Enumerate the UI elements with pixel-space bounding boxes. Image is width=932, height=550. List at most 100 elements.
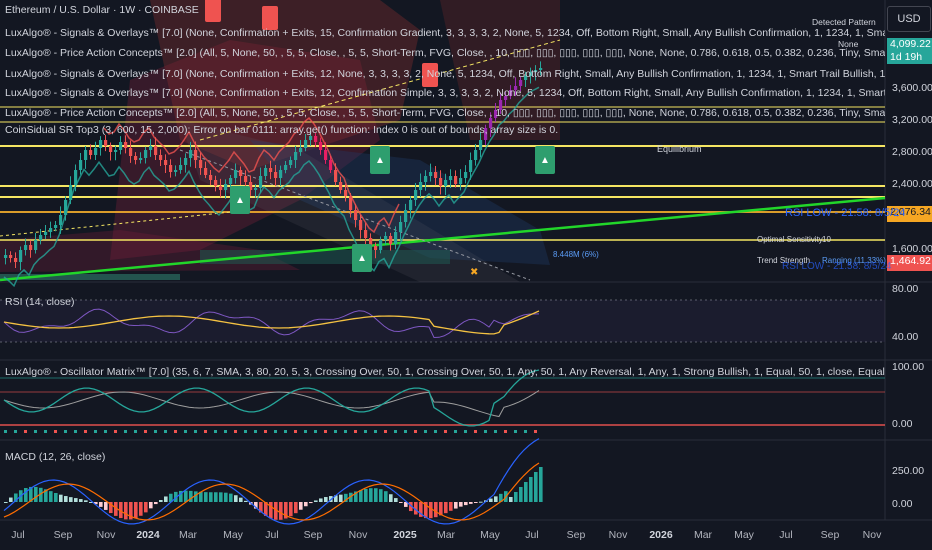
candle-body [364, 230, 368, 238]
indicator-legend-1[interactable]: LuxAlgo® - Signals & Overlays™ [7.0] (No… [5, 27, 885, 40]
osc-dot [344, 430, 347, 433]
buy-signal-glyph: ▲ [235, 195, 245, 206]
macd-hist-bar [299, 502, 303, 510]
candle-body [424, 176, 428, 182]
candle-body [104, 140, 108, 146]
candle-body [234, 170, 238, 178]
time-axis-tick: 2026 [649, 529, 673, 541]
osc-dot [364, 430, 367, 433]
osc-dot [214, 430, 217, 433]
osc-dot [24, 430, 27, 433]
macd-hist-bar [309, 502, 313, 504]
macd-hist-bar [269, 502, 273, 519]
osc-signal [3, 390, 540, 418]
candle-body [429, 172, 433, 176]
oscillator-scale-0: 0.00 [892, 418, 913, 430]
indicator-legend-4[interactable]: LuxAlgo® - Signals & Overlays™ [7.0] (No… [5, 87, 885, 100]
candle-body [439, 178, 443, 186]
osc-dot [4, 430, 7, 433]
macd-hist-bar [149, 502, 153, 509]
macd-hist-bar [154, 502, 158, 505]
candle-body [214, 180, 218, 186]
osc-dot [54, 430, 57, 433]
macd-hist-bar [509, 497, 513, 502]
macd-hist-bar [489, 498, 493, 502]
currency-button[interactable]: USD [887, 6, 931, 32]
candle-body [4, 255, 8, 258]
candle-body [264, 168, 268, 176]
macd-hist-bar [524, 482, 528, 502]
candle-body [474, 150, 478, 160]
candle-body [299, 148, 303, 152]
macd-pane-title[interactable]: MACD (12, 26, close) [5, 451, 105, 463]
indicator-legend-3[interactable]: LuxAlgo® - Signals & Overlays™ [7.0] (No… [5, 68, 885, 81]
osc-dot [164, 430, 167, 433]
chart-canvas[interactable]: ▲ ▲ ▲ ▲ ✖ [0, 0, 932, 550]
indicator-legend-5[interactable]: LuxAlgo® - Price Action Concepts™ [2.0] … [5, 107, 885, 120]
indicator-error-line[interactable]: CoinSidual SR Top3 (3, 600, 15, 2,000): … [5, 124, 558, 137]
osc-dot [494, 430, 497, 433]
macd-hist-bar [474, 502, 478, 503]
candle-body [444, 180, 448, 186]
candle-body [409, 200, 413, 210]
candle-body [154, 146, 158, 155]
oscillator-pane-title[interactable]: LuxAlgo® - Oscillator Matrix™ [7.0] (35,… [5, 366, 885, 378]
candle-body [334, 170, 338, 182]
candle-body [359, 220, 363, 230]
macd-hist-bar [244, 500, 248, 502]
time-axis-tick: 2025 [393, 529, 417, 541]
candle-body [59, 215, 63, 225]
candle-body [89, 150, 93, 155]
macd-hist-bar [104, 502, 108, 510]
candle-body [79, 160, 83, 170]
candle-body [404, 210, 408, 222]
osc-dot [114, 430, 117, 433]
macd-hist-bar [314, 500, 318, 502]
candle-body [204, 168, 208, 175]
candle-body [144, 150, 148, 158]
macd-hist-bar [229, 493, 233, 502]
macd-hist-bar [219, 492, 223, 502]
macd-hist-bar [399, 502, 403, 503]
osc-dot [334, 430, 337, 433]
candle-body [374, 246, 378, 250]
candle-body [419, 182, 423, 190]
indicator-legend-2[interactable]: LuxAlgo® - Price Action Concepts™ [2.0] … [5, 47, 885, 60]
macd-hist-bar [359, 490, 363, 502]
osc-dot [94, 430, 97, 433]
time-axis-tick: Jul [779, 529, 793, 541]
exit-marker: ✖ [470, 267, 478, 278]
osc-dot [144, 430, 147, 433]
candle-body [14, 258, 18, 262]
candle-body [449, 176, 453, 180]
candle-body [169, 165, 173, 172]
time-axis-tick: Mar [178, 529, 198, 541]
candle-body [254, 188, 258, 190]
macd-hist-bar [289, 502, 293, 517]
candle-body [304, 140, 308, 148]
macd-hist-bar [379, 489, 383, 502]
candle-body [244, 176, 248, 182]
macd-hist-bar [374, 488, 378, 502]
osc-dot [414, 430, 417, 433]
osc-dot [374, 430, 377, 433]
oscillator-scale-100: 100.00 [892, 361, 925, 373]
rsi-pane-title[interactable]: RSI (14, close) [5, 296, 74, 308]
candle-body [9, 255, 13, 258]
candle-body [54, 225, 58, 228]
osc-dot [244, 430, 247, 433]
last-price-tag: 4,099.22 1d 19h [887, 38, 932, 64]
price-scale-3200: 3,200.00 [892, 114, 932, 126]
symbol-title[interactable]: Ethereum / U.S. Dollar · 1W · COINBASE [5, 4, 199, 17]
osc-dot [74, 430, 77, 433]
macd-hist-bar [64, 496, 68, 502]
osc-dot [434, 430, 437, 433]
candle-body [319, 142, 323, 150]
macd-hist-bar [394, 498, 398, 502]
optimal-sensitivity-value: 10 [822, 235, 831, 244]
candle-body [109, 146, 113, 152]
time-axis-tick: Jul [265, 529, 279, 541]
macd-hist-bar [159, 500, 163, 502]
macd-hist-bar [9, 497, 13, 502]
macd-hist-bar [324, 497, 328, 502]
